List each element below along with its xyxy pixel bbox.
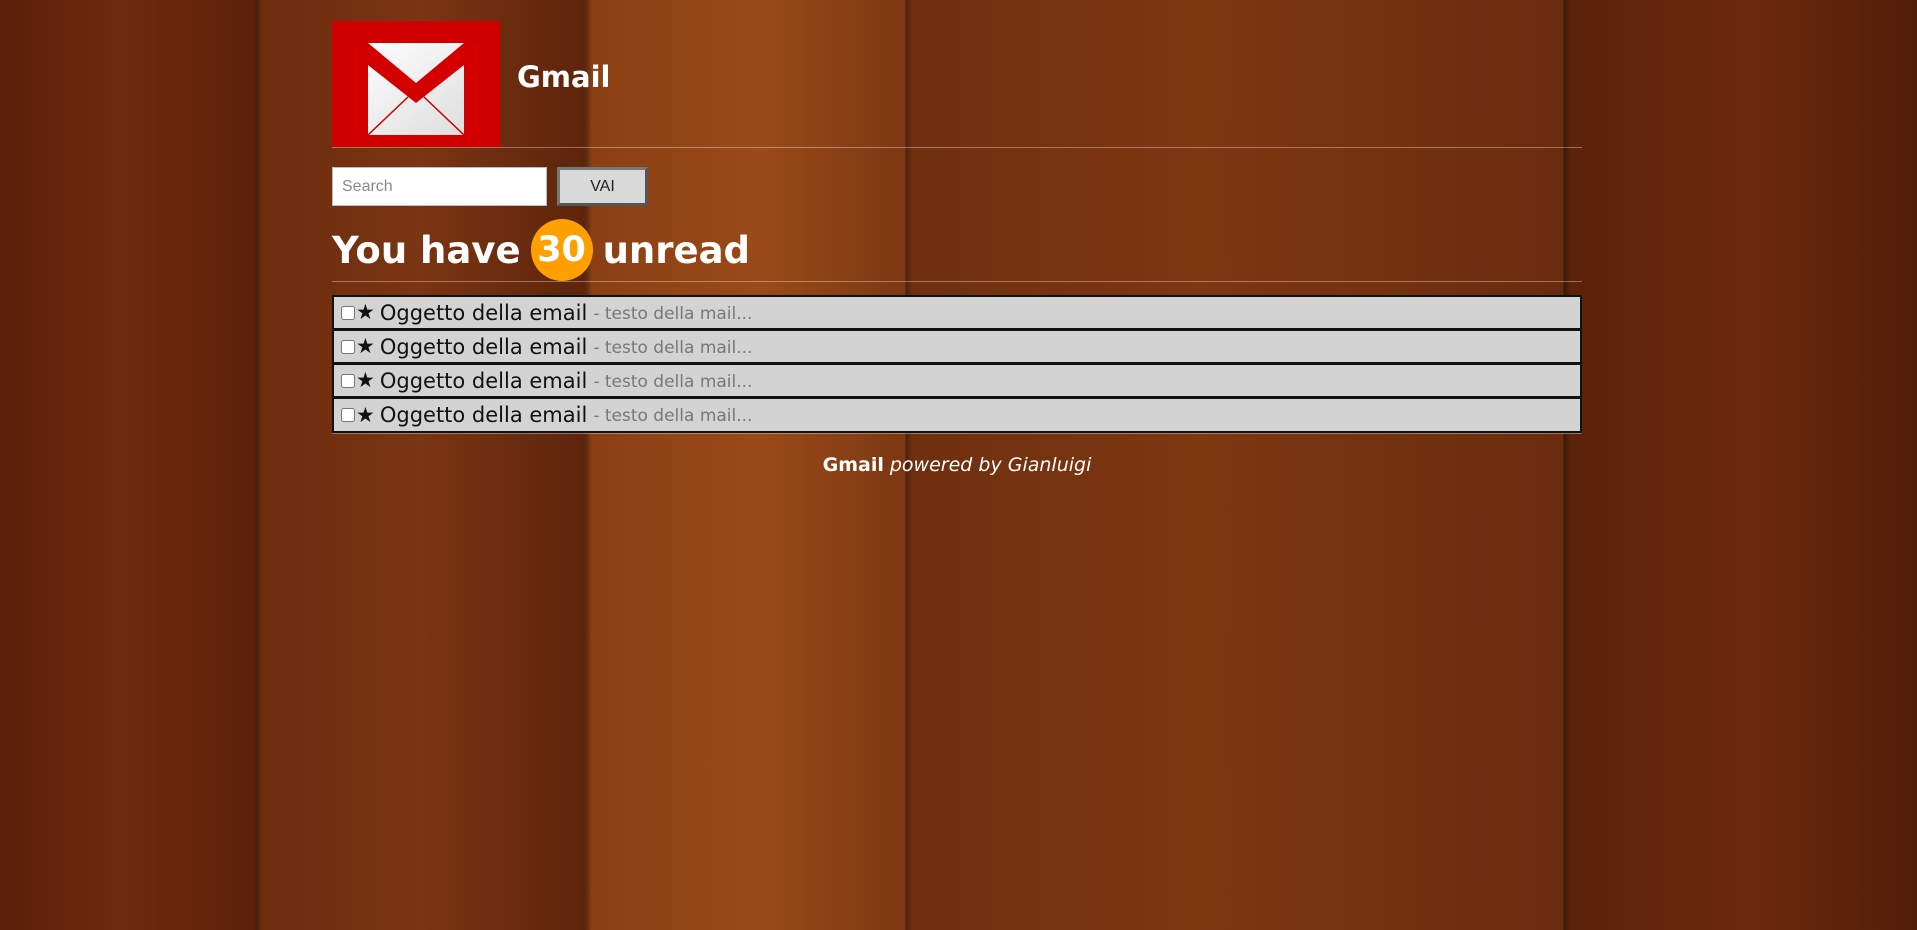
- star-icon[interactable]: ★: [356, 370, 375, 391]
- email-subject: Oggetto della email: [379, 403, 588, 427]
- email-checkbox[interactable]: [341, 339, 355, 354]
- email-row[interactable]: ★ Oggetto della email - testo della mail…: [334, 365, 1580, 399]
- email-subject: Oggetto della email: [379, 368, 588, 393]
- email-row[interactable]: ★ Oggetto della email - testo della mail…: [334, 399, 1580, 431]
- divider: [332, 147, 1582, 148]
- search-bar: VAI: [332, 167, 1582, 206]
- unread-prefix: You have: [332, 228, 521, 272]
- email-checkbox[interactable]: [341, 408, 355, 422]
- divider: [332, 433, 1582, 434]
- email-row[interactable]: ★ Oggetto della email - testo della mail…: [334, 297, 1580, 331]
- email-preview: - testo della mail...: [593, 406, 753, 426]
- page-container: Gmail VAI You have 30 unread ★ Oggetto d…: [332, 21, 1582, 476]
- star-icon[interactable]: ★: [356, 336, 375, 357]
- search-input[interactable]: [332, 167, 547, 206]
- star-icon[interactable]: ★: [356, 404, 375, 426]
- unread-count-badge: 30: [530, 219, 593, 281]
- email-subject: Oggetto della email: [379, 334, 588, 359]
- unread-summary: You have 30 unread: [332, 219, 1582, 281]
- star-icon[interactable]: ★: [356, 302, 375, 323]
- footer: Gmail powered by Gianluigi: [332, 454, 1582, 476]
- app-title: Gmail: [517, 60, 611, 94]
- email-checkbox[interactable]: [341, 373, 355, 388]
- search-button[interactable]: VAI: [557, 167, 648, 206]
- email-subject: Oggetto della email: [379, 300, 588, 325]
- email-row[interactable]: ★ Oggetto della email - testo della mail…: [334, 331, 1580, 365]
- footer-credit: powered by Gianluigi: [889, 454, 1092, 476]
- email-list: ★ Oggetto della email - testo della mail…: [332, 295, 1582, 433]
- gmail-logo-icon: [332, 21, 500, 147]
- email-preview: - testo della mail...: [593, 337, 753, 358]
- footer-brand: Gmail: [822, 454, 884, 476]
- unread-suffix: unread: [602, 228, 751, 272]
- email-preview: - testo della mail...: [593, 371, 753, 392]
- email-checkbox[interactable]: [341, 305, 355, 320]
- email-preview: - testo della mail...: [593, 303, 753, 324]
- header: Gmail: [332, 21, 1582, 147]
- divider: [332, 281, 1582, 282]
